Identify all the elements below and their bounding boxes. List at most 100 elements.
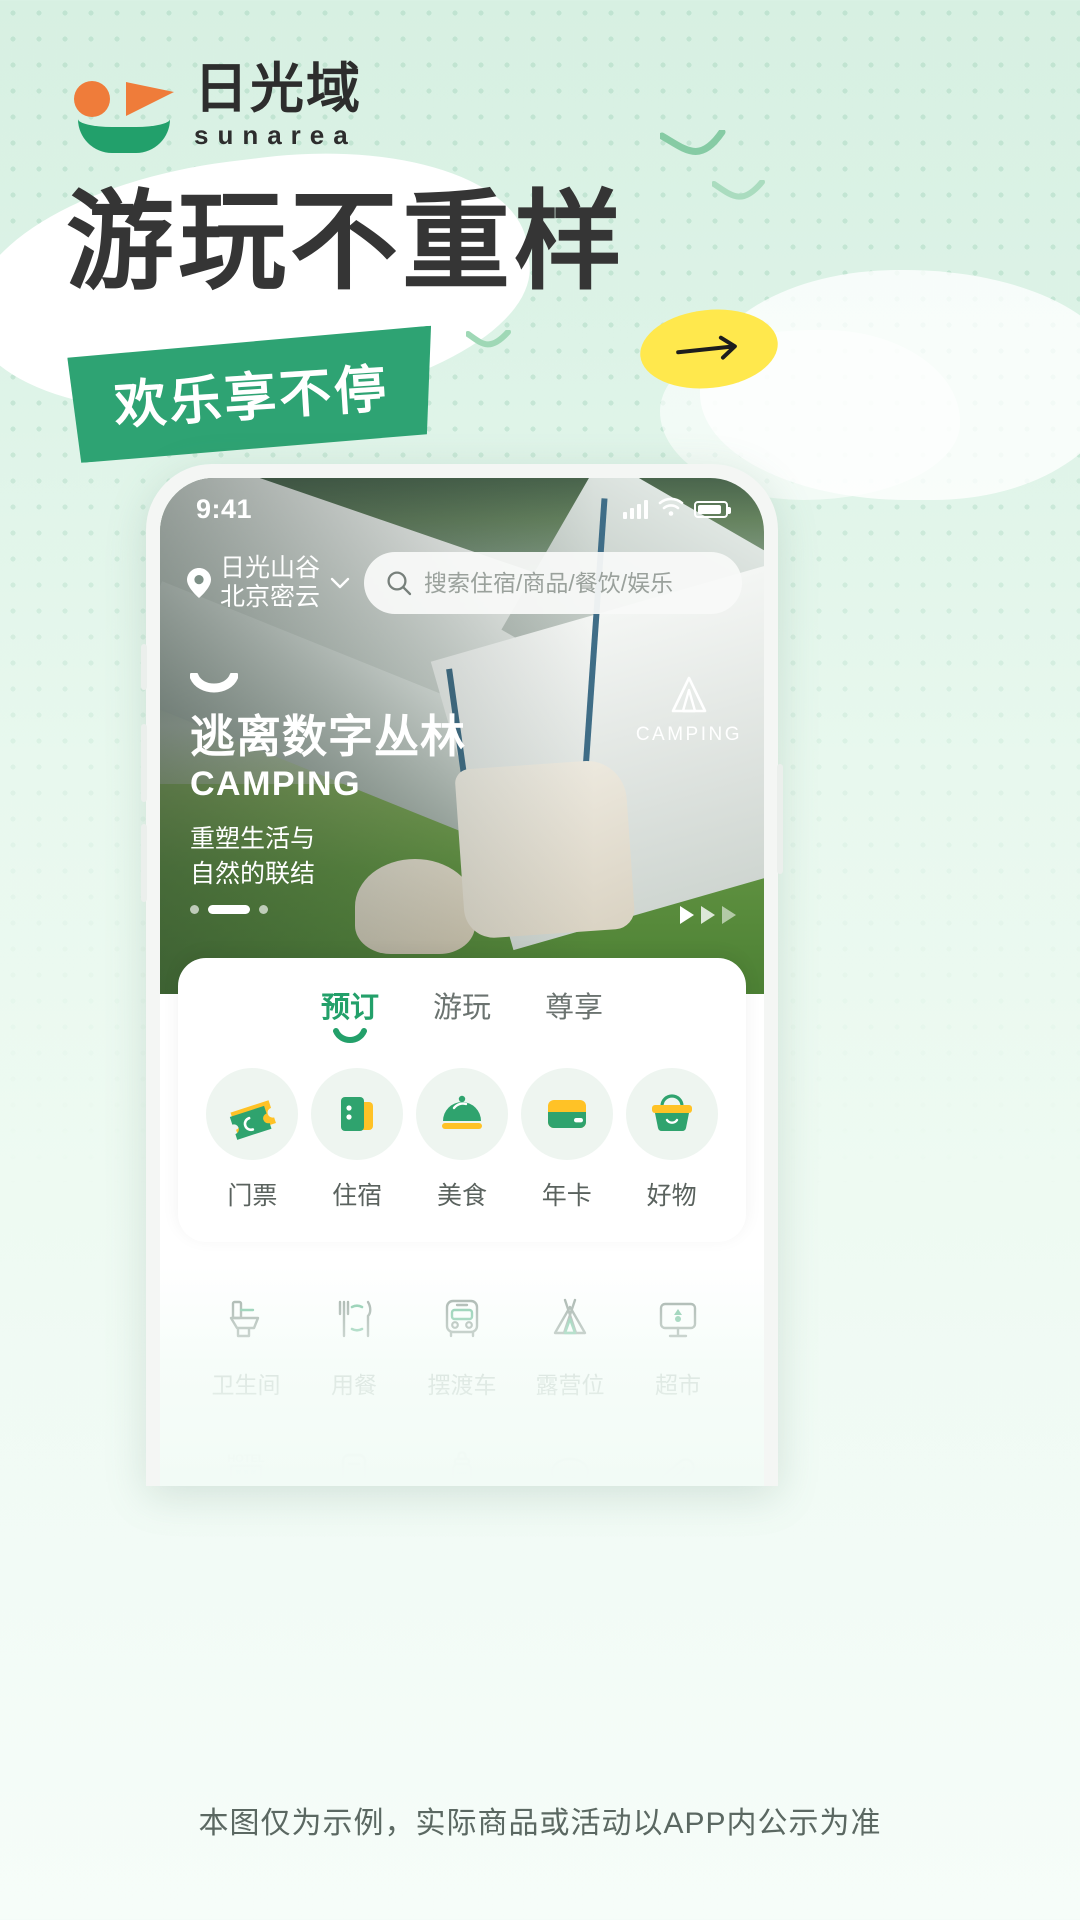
facility-medical[interactable]: 医疗 bbox=[624, 1444, 732, 1486]
facilities-section: 卫生间 用餐 摆渡车 露营位 超市 HOTEL bbox=[178, 1290, 746, 1486]
quick-action-label: 门票 bbox=[227, 1182, 278, 1210]
quick-actions-card: 预订 游玩 尊享 门票 住宿 美食 年卡 好物 bbox=[178, 958, 746, 1242]
charging-station-icon bbox=[325, 1444, 383, 1486]
facility-supermarket[interactable]: 超市 bbox=[624, 1290, 732, 1400]
brand-name-en: sunarea bbox=[194, 120, 357, 151]
hotel-icon: HOTEL bbox=[217, 1444, 275, 1486]
marketing-headline: 游玩不重样 bbox=[66, 181, 627, 302]
shopping-basket-icon bbox=[625, 1068, 718, 1160]
hero-desc-line-1: 重塑生活与 bbox=[190, 825, 316, 854]
search-bar[interactable] bbox=[364, 552, 743, 614]
tab-play[interactable]: 游玩 bbox=[433, 984, 491, 1034]
shuttle-bus-icon bbox=[433, 1290, 491, 1348]
bird-icon-1 bbox=[660, 130, 730, 170]
logo-smile-curve bbox=[78, 119, 170, 154]
facility-nursery[interactable]: 母婴室 bbox=[408, 1444, 516, 1486]
facility-shuttle[interactable]: 摆渡车 bbox=[408, 1290, 516, 1400]
tab-label: 游玩 bbox=[432, 992, 491, 1024]
cutlery-icon bbox=[325, 1290, 383, 1348]
facility-label: 摆渡车 bbox=[427, 1372, 497, 1398]
facility-dining[interactable]: 用餐 bbox=[300, 1290, 408, 1400]
smiley-face-logo-icon bbox=[72, 77, 180, 154]
facility-restroom[interactable]: 卫生间 bbox=[192, 1290, 300, 1400]
tab-active-smile-indicator bbox=[332, 1028, 368, 1044]
carousel-dot-active[interactable] bbox=[208, 905, 250, 914]
cellular-signal-icon bbox=[623, 499, 648, 519]
bird-icon-2 bbox=[712, 180, 768, 212]
search-input[interactable] bbox=[424, 569, 721, 597]
search-icon bbox=[386, 570, 412, 596]
quick-action-goods[interactable]: 好物 bbox=[625, 1068, 718, 1212]
facility-charging[interactable]: 充电桩 bbox=[300, 1444, 408, 1486]
ticket-icon bbox=[206, 1068, 299, 1160]
wifi-icon bbox=[658, 497, 684, 522]
phone-button-mute bbox=[141, 644, 147, 690]
carousel-dot[interactable] bbox=[259, 905, 268, 914]
phone-button-volume-up bbox=[141, 724, 147, 802]
hero-banner[interactable]: 9:41 日光山谷 北京密云 搜索住宿/商品/餐饮/娱乐 逃离数字丛林 CAMP… bbox=[160, 478, 764, 994]
logo-eye-circle bbox=[74, 81, 110, 118]
carousel-dot[interactable] bbox=[190, 905, 199, 914]
hero-subtitle-en: CAMPING bbox=[190, 765, 362, 804]
map-pin-icon bbox=[186, 567, 212, 599]
facility-label: 卫生间 bbox=[211, 1372, 281, 1398]
toilet-icon bbox=[217, 1290, 275, 1348]
smile-curve-icon bbox=[190, 673, 238, 695]
quick-action-food[interactable]: 美食 bbox=[415, 1068, 508, 1212]
status-time: 9:41 bbox=[196, 493, 253, 524]
facility-campsite[interactable]: 露营位 bbox=[516, 1290, 624, 1400]
footer-disclaimer: 本图仅为示例，实际商品或活动以APP内公示为准 bbox=[198, 1807, 882, 1840]
carousel-indicator[interactable] bbox=[190, 905, 268, 914]
brand-logo: 日光域 sunarea bbox=[72, 59, 362, 154]
bird-icon-3 bbox=[466, 330, 514, 360]
facilities-row-2: HOTEL 住宿 bbox=[178, 1444, 746, 1486]
quick-action-stay[interactable]: 住宿 bbox=[311, 1068, 404, 1212]
location-line-2: 北京密云 bbox=[220, 583, 321, 611]
tent-icon bbox=[668, 674, 710, 716]
membership-card-icon bbox=[520, 1068, 613, 1160]
facility-children[interactable]: 儿童 bbox=[516, 1444, 624, 1486]
phone-mockup: 9:41 日光山谷 北京密云 搜索住宿/商品/餐饮/娱乐 逃离数字丛林 CAMP… bbox=[141, 464, 783, 1486]
facility-hotel[interactable]: HOTEL 住宿 bbox=[192, 1444, 300, 1486]
marketing-ribbon-text: 欢乐享不停 bbox=[112, 360, 391, 436]
quick-action-annual-card[interactable]: 年卡 bbox=[520, 1068, 613, 1212]
facility-label: 用餐 bbox=[331, 1372, 377, 1398]
chevron-down-icon bbox=[330, 576, 350, 590]
play-arrows-icon bbox=[680, 906, 736, 924]
tent-outline-icon bbox=[541, 1290, 599, 1348]
child-face-icon bbox=[541, 1444, 599, 1486]
tab-premium[interactable]: 尊享 bbox=[545, 984, 603, 1034]
quick-action-ticket[interactable]: 门票 bbox=[206, 1068, 299, 1212]
quick-action-label: 住宿 bbox=[332, 1182, 383, 1210]
quick-action-label: 美食 bbox=[436, 1182, 487, 1210]
tab-bar: 预订 游玩 尊享 bbox=[178, 984, 746, 1043]
tab-label: 尊享 bbox=[545, 992, 604, 1024]
hero-title: 逃离数字丛林 bbox=[190, 711, 467, 762]
baby-bottle-icon bbox=[433, 1444, 491, 1486]
facilities-row-1: 卫生间 用餐 摆渡车 露营位 超市 bbox=[178, 1290, 746, 1400]
medical-pill-icon bbox=[649, 1444, 707, 1486]
food-cloche-icon bbox=[415, 1068, 508, 1160]
phone-button-volume-down bbox=[141, 824, 147, 902]
location-selector[interactable]: 日光山谷 北京密云 bbox=[186, 554, 350, 612]
app-header: 日光山谷 北京密云 bbox=[160, 552, 764, 614]
hero-desc-line-2: 自然的联结 bbox=[190, 859, 316, 888]
logo-eye-triangle bbox=[126, 82, 174, 117]
brand-name-cn: 日光域 bbox=[194, 59, 362, 119]
location-line-1: 日光山谷 bbox=[220, 554, 321, 582]
facility-label: 露营位 bbox=[535, 1372, 605, 1398]
status-bar: 9:41 bbox=[160, 478, 764, 540]
quick-action-label: 年卡 bbox=[541, 1182, 592, 1210]
phone-button-power bbox=[777, 764, 783, 874]
quick-action-grid: 门票 住宿 美食 年卡 好物 bbox=[178, 1068, 746, 1212]
battery-icon bbox=[694, 500, 731, 518]
svg-text:HOTEL: HOTEL bbox=[227, 1453, 265, 1465]
camping-badge-label: CAMPING bbox=[635, 724, 742, 745]
arrow-right-icon bbox=[676, 335, 737, 360]
tab-booking[interactable]: 预订 bbox=[320, 984, 379, 1043]
quick-action-label: 好物 bbox=[646, 1182, 697, 1210]
phone-screen: 9:41 日光山谷 北京密云 搜索住宿/商品/餐饮/娱乐 逃离数字丛林 CAMP… bbox=[160, 478, 764, 1486]
tab-label: 预订 bbox=[320, 992, 379, 1024]
camping-badge: CAMPING bbox=[636, 674, 742, 746]
hero-copy: 逃离数字丛林 CAMPING 重塑生活与 自然的联结 bbox=[190, 673, 466, 891]
